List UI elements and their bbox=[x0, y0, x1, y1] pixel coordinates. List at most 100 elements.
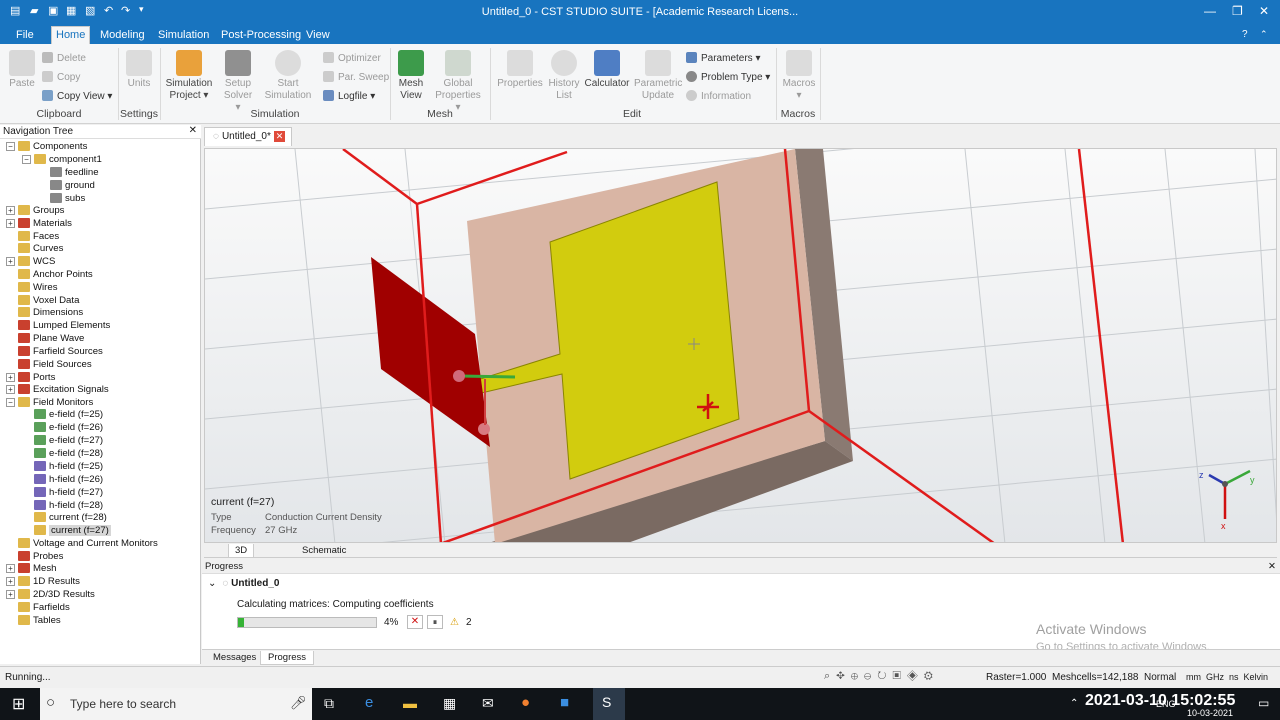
firefox-icon[interactable]: ● bbox=[521, 694, 530, 711]
collapse-icon[interactable]: − bbox=[6, 397, 15, 407]
tree-item[interactable]: Curves bbox=[6, 242, 63, 255]
logfile-button[interactable]: Logfile ▾ bbox=[323, 90, 375, 102]
calculator-button[interactable]: Calculator bbox=[584, 50, 630, 90]
copy-button[interactable]: Copy bbox=[42, 71, 80, 83]
tree-item[interactable]: + Materials bbox=[6, 217, 72, 230]
tree-item[interactable]: +1D Results bbox=[6, 575, 80, 588]
tray-chevron-icon[interactable]: ⌃ bbox=[1070, 698, 1078, 709]
parameters-button[interactable]: Parameters ▾ bbox=[686, 52, 761, 64]
tab-file[interactable]: File bbox=[12, 27, 38, 43]
tree-item[interactable]: Farfield Sources bbox=[6, 345, 103, 358]
microphone-icon[interactable]: 🎤︎ bbox=[290, 695, 307, 711]
store-icon[interactable]: ▦ bbox=[443, 695, 456, 712]
edge-icon[interactable]: e bbox=[365, 694, 373, 711]
task-view-icon[interactable]: ⧉ bbox=[324, 695, 334, 712]
parametric-update-button[interactable]: Parametric Update bbox=[634, 50, 682, 102]
problem-type-button[interactable]: Problem Type ▾ bbox=[686, 71, 770, 83]
properties-button[interactable]: Properties bbox=[497, 50, 543, 90]
units-button[interactable]: Units bbox=[124, 50, 154, 90]
expand-icon[interactable]: + bbox=[6, 563, 15, 573]
tree-item[interactable]: + Mesh bbox=[6, 562, 56, 575]
warning-icon[interactable]: ⚠ bbox=[450, 617, 459, 628]
close-button[interactable]: ✕ bbox=[1259, 4, 1269, 18]
tree-item[interactable]: e-field (f=27) bbox=[22, 434, 103, 447]
tree-item[interactable]: + Excitation Signals bbox=[6, 383, 109, 396]
tree-item[interactable]: − component1 bbox=[22, 153, 102, 166]
expand-icon[interactable]: + bbox=[6, 372, 15, 382]
tree-item[interactable]: Dimensions bbox=[6, 306, 83, 319]
tab-post-processing[interactable]: Post-Processing bbox=[217, 27, 305, 43]
notification-icon[interactable]: ▭ bbox=[1258, 696, 1269, 710]
restore-button[interactable]: ❐ bbox=[1232, 4, 1243, 18]
tab-3d[interactable]: 3D bbox=[228, 544, 255, 558]
close-tab-icon[interactable]: ✕ bbox=[274, 131, 285, 142]
setup-solver-button[interactable]: Setup Solver ▾ bbox=[220, 50, 256, 114]
tree-item[interactable]: feedline bbox=[38, 166, 99, 179]
tree-item[interactable]: +2D/3D Results bbox=[6, 588, 95, 601]
stop-button[interactable]: ✕ bbox=[407, 615, 423, 629]
tab-home[interactable]: Home bbox=[51, 26, 91, 44]
tree-item[interactable]: − Components bbox=[6, 140, 87, 153]
tree-item[interactable]: current (f=28) bbox=[22, 511, 107, 524]
expand-icon[interactable]: + bbox=[6, 205, 15, 215]
tree-item[interactable]: ground bbox=[38, 179, 95, 192]
expand-icon[interactable]: + bbox=[6, 384, 15, 394]
tree-item[interactable]: e-field (f=25) bbox=[22, 408, 103, 421]
tree-item[interactable]: current (f=27) bbox=[22, 524, 111, 537]
file-explorer-icon[interactable]: ▬ bbox=[403, 695, 417, 711]
tab-messages[interactable]: Messages bbox=[206, 651, 263, 664]
tab-schematic[interactable]: Schematic bbox=[296, 544, 352, 557]
document-tab[interactable]: ◌ Untitled_0* ✕ bbox=[204, 127, 292, 146]
tree-item[interactable]: Lumped Elements bbox=[6, 319, 110, 332]
3d-viewport[interactable]: y z x bbox=[204, 148, 1277, 543]
par-sweep-button[interactable]: Par. Sweep bbox=[323, 71, 389, 83]
global-properties-button[interactable]: Global Properties ▾ bbox=[432, 50, 484, 114]
tree-item[interactable]: Voltage and Current Monitors bbox=[6, 537, 158, 550]
tree-item[interactable]: Field Sources bbox=[6, 358, 92, 371]
tab-progress[interactable]: Progress bbox=[260, 651, 315, 665]
tree-item[interactable]: Farfields bbox=[6, 601, 70, 614]
ribbon-collapse-icon[interactable]: ⌃ bbox=[1256, 27, 1272, 42]
mail-icon[interactable]: ✉ bbox=[482, 695, 494, 712]
tree-item[interactable]: + Groups bbox=[6, 204, 64, 217]
tree-item[interactable]: + WCS bbox=[6, 255, 55, 268]
expand-icon[interactable]: + bbox=[6, 256, 15, 266]
copy-view-button[interactable]: Copy View ▾ bbox=[42, 90, 112, 102]
tree-item[interactable]: Anchor Points bbox=[6, 268, 93, 281]
collapse-icon[interactable]: − bbox=[22, 154, 31, 164]
tab-view[interactable]: View bbox=[302, 27, 334, 43]
tree-item[interactable]: e-field (f=26) bbox=[22, 421, 103, 434]
collapse-icon[interactable]: − bbox=[6, 141, 15, 151]
taskbar-search[interactable]: ○ Type here to search 🎤︎ bbox=[40, 688, 312, 720]
start-simulation-button[interactable]: Start Simulation bbox=[264, 50, 312, 102]
optimizer-button[interactable]: Optimizer bbox=[323, 52, 381, 64]
close-panel-icon[interactable]: ✕ bbox=[189, 125, 197, 136]
expand-icon[interactable]: + bbox=[6, 576, 15, 586]
expand-icon[interactable]: + bbox=[6, 218, 15, 228]
mesh-view-button[interactable]: Mesh View bbox=[396, 50, 426, 102]
pause-button[interactable]: ⏸ bbox=[427, 615, 443, 629]
windows-start-icon[interactable]: ⊞ bbox=[12, 694, 25, 714]
information-button[interactable]: Information bbox=[686, 90, 751, 102]
tree-item[interactable]: h-field (f=25) bbox=[22, 460, 103, 473]
collapse-icon[interactable]: ⌄ bbox=[208, 578, 216, 589]
tree-item[interactable]: h-field (f=27) bbox=[22, 486, 103, 499]
language-indicator[interactable]: ENG bbox=[1156, 699, 1176, 709]
paste-button[interactable]: Paste bbox=[8, 50, 36, 90]
tree-item[interactable]: Plane Wave bbox=[6, 332, 84, 345]
simulation-project-button[interactable]: Simulation Project ▾ bbox=[165, 50, 213, 102]
tree-item[interactable]: Wires bbox=[6, 281, 58, 294]
minimize-button[interactable]: — bbox=[1204, 4, 1216, 18]
tab-simulation[interactable]: Simulation bbox=[154, 27, 213, 43]
tree-item[interactable]: Tables bbox=[6, 614, 61, 627]
tab-modeling[interactable]: Modeling bbox=[96, 27, 149, 43]
history-list-button[interactable]: History List bbox=[547, 50, 581, 102]
macros-button[interactable]: Macros ▾ bbox=[782, 50, 816, 102]
tree-item[interactable]: h-field (f=26) bbox=[22, 473, 103, 486]
help-icon[interactable]: ? bbox=[1238, 27, 1252, 42]
tree-item[interactable]: e-field (f=28) bbox=[22, 447, 103, 460]
zoom-icon[interactable]: ■ bbox=[560, 694, 569, 711]
view-tools-icons[interactable]: ⌕✥⊕⊖↻▣◈⚙ bbox=[824, 670, 939, 683]
cst-taskbar-button[interactable]: S bbox=[593, 688, 625, 720]
close-progress-icon[interactable]: ✕ bbox=[1268, 561, 1276, 572]
